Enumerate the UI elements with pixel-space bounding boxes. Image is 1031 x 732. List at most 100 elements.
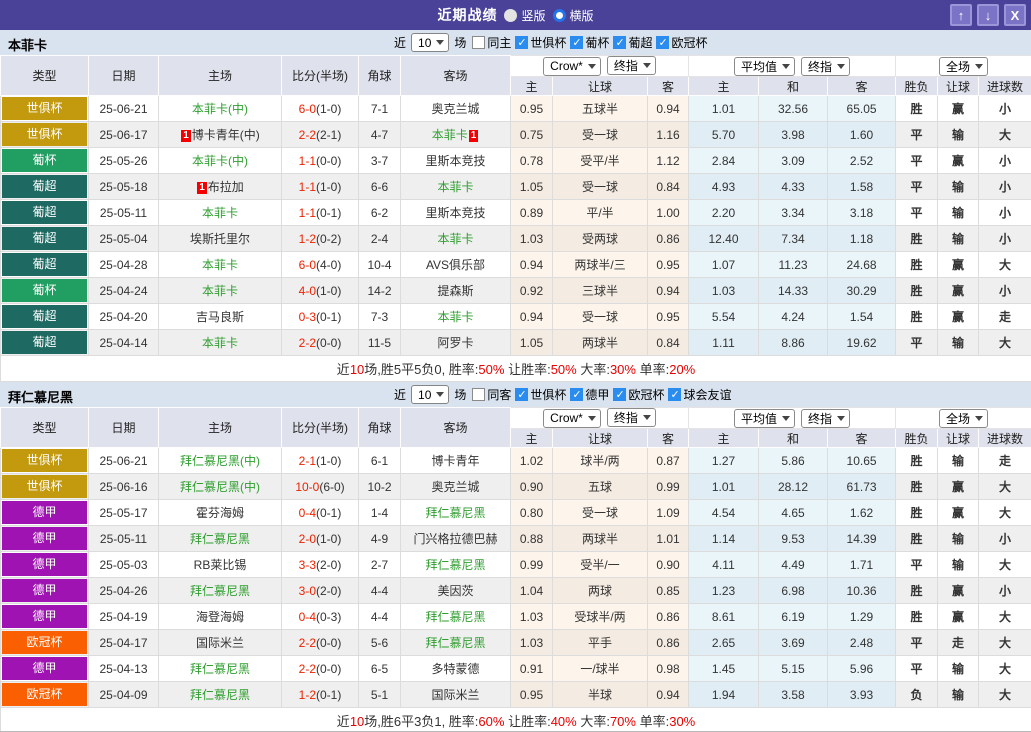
fulltime-score: 1-1 bbox=[298, 153, 316, 168]
move-up-button[interactable]: ↑ bbox=[950, 4, 972, 26]
bookmaker-select[interactable]: Crow* bbox=[543, 408, 601, 428]
away-team: 提森斯 bbox=[400, 277, 511, 304]
corners: 3-7 bbox=[358, 147, 401, 174]
home-team: 拜仁慕尼黑(中) bbox=[158, 473, 282, 500]
red-card-icon: 1 bbox=[468, 130, 479, 142]
match-date: 25-05-03 bbox=[88, 551, 159, 578]
match-date: 25-05-17 bbox=[88, 499, 159, 526]
col-header-date: 日期 bbox=[88, 407, 159, 448]
odds-type-select[interactable]: 终指 bbox=[606, 408, 656, 428]
chevron-down-icon bbox=[587, 63, 596, 69]
summary-segment: 50% bbox=[478, 362, 505, 377]
average-select[interactable]: 平均值 bbox=[734, 408, 796, 428]
avg-home: 1.27 bbox=[688, 447, 760, 474]
odds-home: 0.78 bbox=[510, 147, 553, 174]
page-title: 近期战绩 bbox=[437, 7, 498, 23]
match-count-select[interactable]: 10 bbox=[411, 385, 450, 404]
halftime-score: (1-0) bbox=[316, 179, 342, 194]
fulltime-score: 0-4 bbox=[298, 609, 316, 624]
match-date: 25-06-17 bbox=[88, 121, 159, 148]
same-venue-checkbox[interactable]: 同主 bbox=[472, 34, 511, 51]
corners: 5-1 bbox=[358, 681, 401, 708]
away-team: 拜仁慕尼黑 bbox=[400, 499, 511, 526]
match-row: 葡超 25-04-14 本菲卡 2-2(0-0) 11-5 阿罗卡 1.05 两球半 0.84 1… bbox=[0, 329, 1031, 356]
away-team: 本菲卡 bbox=[400, 303, 511, 330]
fulltime-score: 1-1 bbox=[298, 205, 316, 220]
result-wdl: 胜 bbox=[895, 277, 939, 304]
bookmaker-select[interactable]: Crow* bbox=[543, 56, 601, 76]
away-team-name: 拜仁慕尼黑 bbox=[425, 636, 486, 650]
average-select[interactable]: 平均值 bbox=[734, 56, 796, 76]
same-venue-checkbox[interactable]: 同客 bbox=[472, 386, 511, 403]
avg-home: 1.14 bbox=[688, 525, 760, 552]
corners: 6-2 bbox=[358, 199, 401, 226]
league-badge: 德甲 bbox=[0, 577, 89, 604]
move-down-button[interactable]: ↓ bbox=[977, 4, 999, 26]
chevron-down-icon bbox=[782, 63, 791, 69]
odds-line: 两球 bbox=[552, 577, 648, 604]
league-checkbox-2[interactable]: 欧冠杯 bbox=[613, 386, 664, 403]
chevron-down-icon bbox=[837, 63, 846, 69]
avg-home: 5.54 bbox=[688, 303, 760, 330]
league-checkbox-0[interactable]: 世俱杯 bbox=[515, 386, 566, 403]
odds-type-select[interactable]: 终指 bbox=[606, 56, 656, 76]
checkbox-icon bbox=[472, 388, 486, 401]
average-type-select[interactable]: 终指 bbox=[801, 408, 851, 428]
away-team-name: 博卡青年 bbox=[431, 454, 480, 468]
odds-home: 0.75 bbox=[510, 121, 553, 148]
result-handicap: 输 bbox=[937, 447, 980, 474]
avg-draw: 6.98 bbox=[758, 577, 829, 604]
checkbox-checked-icon bbox=[570, 36, 584, 49]
scope-select[interactable]: 全场 bbox=[939, 408, 989, 428]
layout-radio-horizontal[interactable]: 横版 bbox=[552, 7, 594, 24]
team-filter-bar: 本菲卡 近 10 场 同主 世俱杯 葡杯 葡超 bbox=[0, 30, 1031, 55]
result-wdl: 平 bbox=[895, 147, 939, 174]
summary-segment: 50% bbox=[550, 362, 577, 377]
score: 2-0(1-0) bbox=[281, 525, 359, 552]
away-team-name: 奥克兰城 bbox=[431, 480, 480, 494]
summary-segment: 30% bbox=[609, 362, 636, 377]
col-header-score: 比分(半场) bbox=[281, 407, 359, 448]
league-checkbox-1[interactable]: 德甲 bbox=[570, 386, 609, 403]
home-team-name: 本菲卡 bbox=[201, 258, 238, 272]
result-handicap: 赢 bbox=[937, 603, 980, 630]
section-summary: 近10场,胜5平5负0, 胜率:50% 让胜率:50% 大率:30% 单率:20… bbox=[0, 355, 1031, 382]
league-badge: 世俱杯 bbox=[0, 95, 89, 122]
odds-line: 一/球半 bbox=[552, 655, 648, 682]
result-handicap: 输 bbox=[937, 329, 980, 356]
scope-select[interactable]: 全场 bbox=[939, 56, 989, 76]
average-type-select[interactable]: 终指 bbox=[801, 56, 851, 76]
odds-home: 1.05 bbox=[510, 329, 553, 356]
home-team: 海登海姆 bbox=[158, 603, 282, 630]
home-team-name: 拜仁慕尼黑(中) bbox=[180, 454, 260, 468]
match-row: 德甲 25-05-11 拜仁慕尼黑 2-0(1-0) 4-9 门兴格拉德巴赫 0.88 两球半… bbox=[0, 525, 1031, 552]
score: 1-2(0-1) bbox=[281, 681, 359, 708]
odds-away: 0.95 bbox=[646, 251, 690, 278]
layout-radio-vertical[interactable]: 竖版 bbox=[504, 7, 546, 24]
league-badge: 欧冠杯 bbox=[0, 681, 89, 708]
home-team-name: 国际米兰 bbox=[195, 636, 244, 650]
league-badge: 葡杯 bbox=[0, 277, 89, 304]
league-checkbox-3[interactable]: 球会友谊 bbox=[668, 386, 731, 403]
odds-away: 0.86 bbox=[646, 629, 690, 656]
avg-home: 4.11 bbox=[688, 551, 760, 578]
section-summary: 近10场,胜6平3负1, 胜率:60% 让胜率:40% 大率:70% 单率:30… bbox=[0, 707, 1031, 731]
checkbox-checked-icon bbox=[668, 388, 682, 401]
sub-header-home-odds: 主 bbox=[510, 76, 553, 96]
league-checkbox-1[interactable]: 葡杯 bbox=[570, 34, 609, 51]
avg-draw: 4.33 bbox=[758, 173, 829, 200]
match-count-select[interactable]: 10 bbox=[411, 33, 450, 52]
home-team-name: 本菲卡 bbox=[201, 206, 238, 220]
away-team: 奥克兰城 bbox=[400, 95, 511, 122]
league-checkbox-2[interactable]: 葡超 bbox=[613, 34, 652, 51]
col-header-score: 比分(半场) bbox=[281, 55, 359, 96]
avg-draw: 3.69 bbox=[758, 629, 829, 656]
result-wdl: 胜 bbox=[895, 225, 939, 252]
chevron-down-icon bbox=[436, 40, 445, 45]
close-button[interactable]: X bbox=[1004, 4, 1026, 26]
home-team: RB莱比锡 bbox=[158, 551, 282, 578]
league-checkbox-3[interactable]: 欧冠杯 bbox=[656, 34, 707, 51]
odds-away: 0.86 bbox=[646, 603, 690, 630]
corners: 2-7 bbox=[358, 551, 401, 578]
league-checkbox-0[interactable]: 世俱杯 bbox=[515, 34, 566, 51]
